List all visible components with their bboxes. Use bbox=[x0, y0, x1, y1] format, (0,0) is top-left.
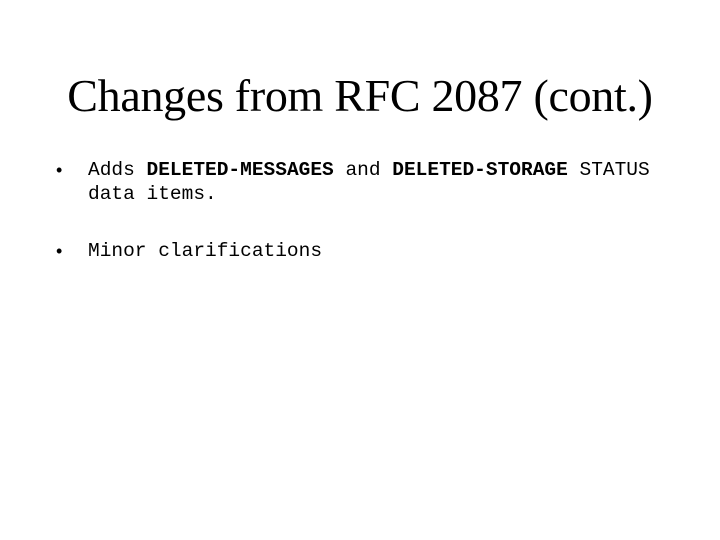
bullet-list: • Adds DELETED-MESSAGES and DELETED-STOR… bbox=[56, 158, 676, 263]
bullet-icon: • bbox=[56, 241, 63, 261]
bullet-item-deleted-items: • Adds DELETED-MESSAGES and DELETED-STOR… bbox=[56, 158, 676, 206]
bullet-text-part: Adds bbox=[88, 159, 147, 181]
bullet-item-minor-clarifications: • Minor clarifications bbox=[56, 239, 676, 263]
bullet-keyword-deleted-messages: DELETED-MESSAGES bbox=[146, 159, 334, 181]
bullet-text: Minor clarifications bbox=[88, 240, 323, 262]
bullet-text-part: and bbox=[333, 159, 393, 181]
bullet-keyword-deleted-storage: DELETED-STORAGE bbox=[392, 159, 568, 181]
slide-title: Changes from RFC 2087 (cont.) bbox=[67, 70, 653, 121]
slide: Changes from RFC 2087 (cont.) • Adds DEL… bbox=[0, 0, 720, 540]
bullet-icon: • bbox=[56, 160, 63, 180]
